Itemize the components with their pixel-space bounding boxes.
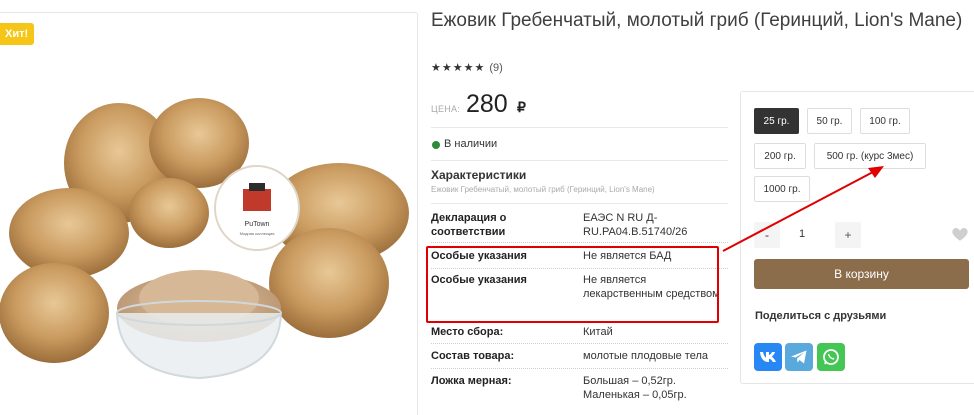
spec-value: Китай [583, 326, 613, 338]
star-icon: ★ [431, 62, 441, 74]
weight-option-50g[interactable]: 50 гр. [807, 108, 852, 134]
annotation-highlight-box [426, 246, 719, 323]
whatsapp-icon [823, 349, 839, 365]
telegram-share-button[interactable] [785, 343, 813, 371]
buy-panel: 25 гр. 50 гр. 100 гр. 200 гр. 500 гр. (к… [740, 91, 974, 384]
whatsapp-share-button[interactable] [817, 343, 845, 371]
vk-icon [760, 352, 776, 362]
review-count-link[interactable]: (9) [489, 62, 502, 74]
star-icon: ★ [452, 62, 463, 74]
star-icon: ★ [474, 62, 485, 74]
product-image-panel: Хит! PuTown Модная коллекция [0, 12, 418, 415]
divider [431, 127, 728, 128]
characteristics-title: Характеристики [431, 168, 527, 182]
weight-option-25g[interactable]: 25 гр. [754, 108, 799, 134]
spec-row-origin: Место сбора: Китай [431, 325, 728, 344]
weight-option-500g[interactable]: 500 гр. (курс 3мес) [814, 143, 926, 169]
spec-row-composition: Состав товара: молотые плодовые тела [431, 349, 728, 369]
spec-value: молотые плодовые тела [583, 350, 709, 362]
weight-option-100g[interactable]: 100 гр. [860, 108, 910, 134]
price-label: ЦЕНА: [431, 104, 461, 114]
star-icon: ★ [463, 62, 474, 74]
spec-value: ЕАЭС N RU Д-RU.PA04.B.51740/26 [583, 212, 688, 238]
currency-symbol: ₽ [517, 99, 526, 115]
spec-row-declaration: Декларация о соответствии ЕАЭС N RU Д-RU… [431, 211, 728, 243]
logo-subtext: Модная коллекция [240, 231, 275, 236]
in-stock-indicator-icon [432, 141, 440, 149]
quantity-increase-button[interactable]: + [835, 222, 861, 248]
quantity-value[interactable]: 1 [799, 228, 805, 240]
logo-text: PuTown [245, 221, 270, 228]
spec-name: Состав товара: [431, 350, 515, 362]
vk-share-button[interactable] [754, 343, 782, 371]
spec-name: Ложка мерная: [431, 375, 512, 387]
product-rating[interactable]: ★ ★ ★ ★ ★ (9) [431, 62, 503, 74]
telegram-icon [791, 350, 807, 364]
hit-badge: Хит! [0, 23, 35, 45]
price-value: 280 [466, 90, 508, 118]
quantity-decrease-button[interactable]: - [754, 222, 780, 248]
spec-value: Большая – 0,52гр. Маленькая – 0,05гр. [583, 375, 687, 401]
divider [431, 203, 728, 204]
divider [431, 160, 728, 161]
heart-icon[interactable] [951, 225, 969, 243]
product-title: Ежовик Гребенчатый, молотый гриб (Геринц… [431, 10, 963, 31]
weight-option-1000g[interactable]: 1000 гр. [754, 176, 810, 202]
spec-row-measuring-spoon: Ложка мерная: Большая – 0,52гр. Маленька… [431, 374, 728, 404]
characteristics-subtitle: Ежовик Гребенчатый, молотый гриб (Геринц… [431, 185, 655, 194]
star-icon: ★ [441, 62, 452, 74]
add-to-cart-button[interactable]: В корзину [754, 259, 969, 289]
stock-status: В наличии [444, 138, 498, 150]
weight-option-200g[interactable]: 200 гр. [754, 143, 806, 169]
brand-logo-disc: PuTown Модная коллекция [214, 165, 300, 251]
product-photo[interactable]: PuTown Модная коллекция [0, 73, 418, 413]
spec-name: Декларация о соответствии [431, 212, 507, 238]
share-title: Поделиться с друзьями [755, 310, 887, 322]
powder-bowl [116, 270, 282, 380]
spec-name: Место сбора: [431, 326, 504, 338]
